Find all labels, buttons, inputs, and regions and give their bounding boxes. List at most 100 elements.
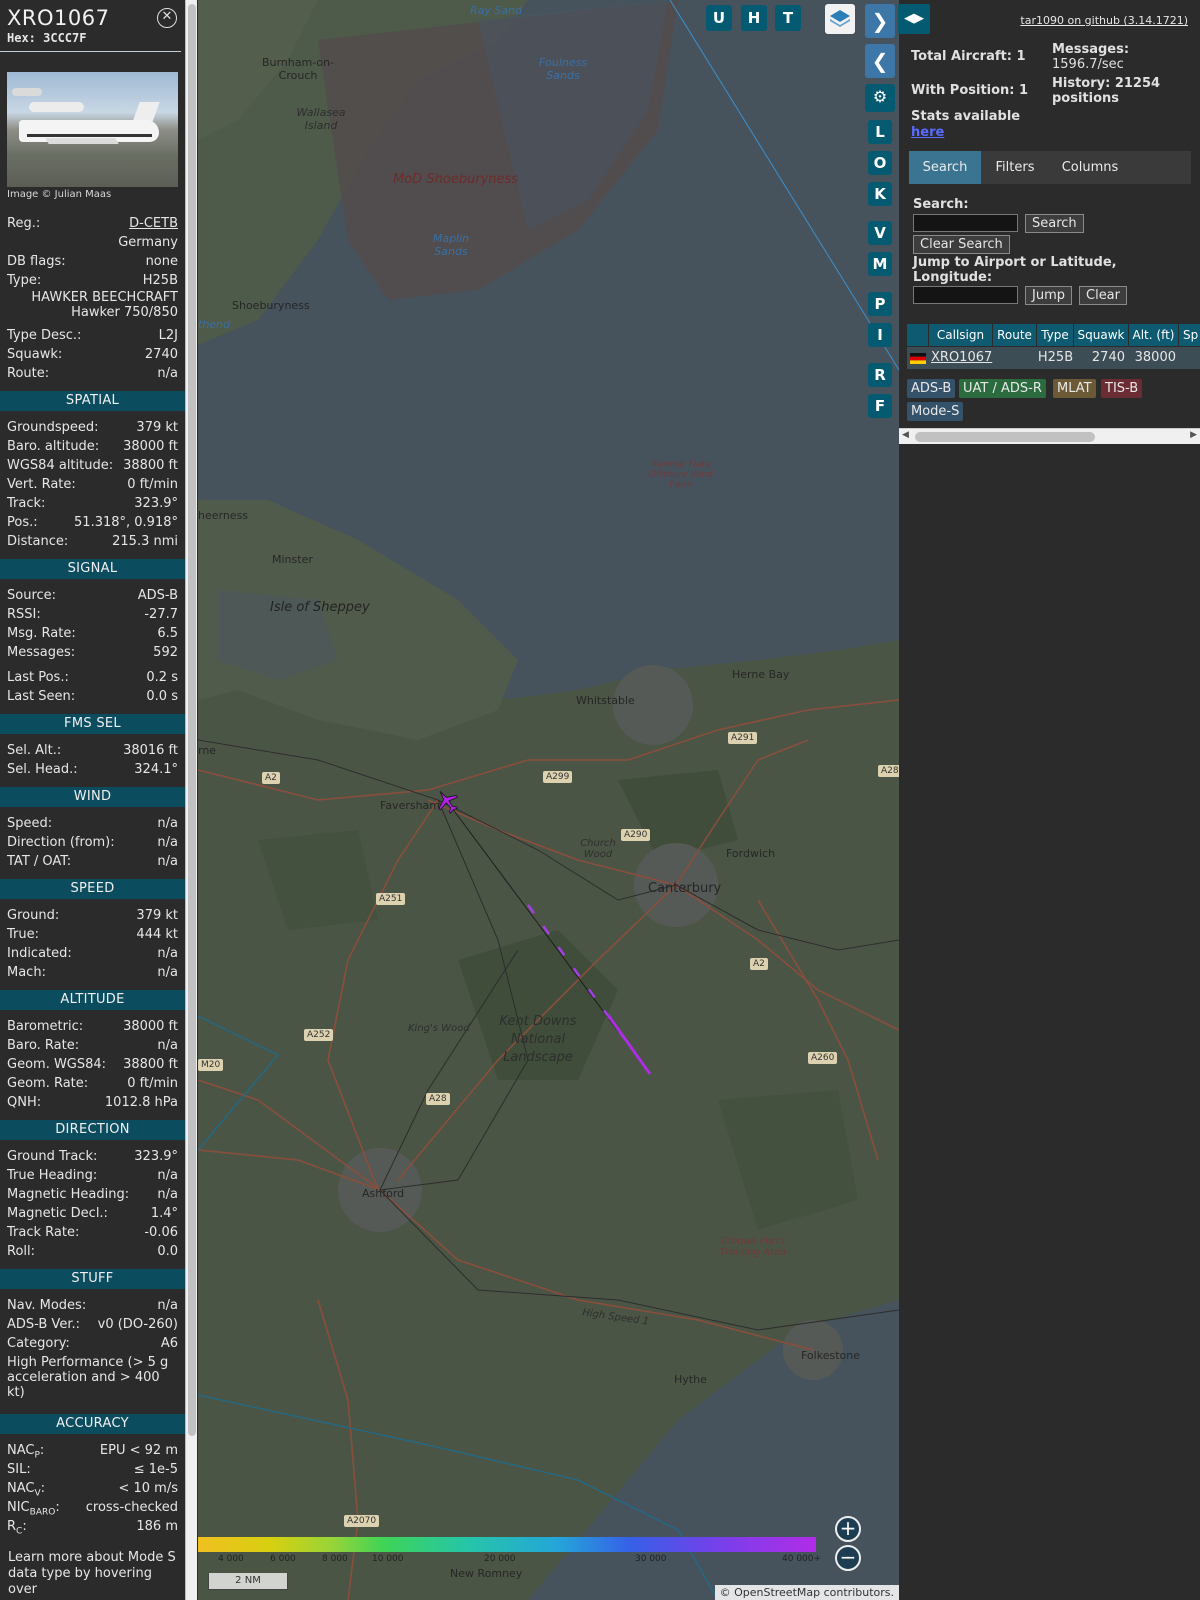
toggle-v-button[interactable]: V (868, 221, 892, 245)
history-label: History: 21254 (1052, 76, 1161, 91)
expand-right-icon[interactable]: ❯ (865, 4, 895, 38)
col-type[interactable]: Type (1037, 324, 1074, 346)
settings-gear-icon[interactable]: ⚙ (865, 84, 895, 112)
toggle-u-button[interactable]: U (706, 5, 732, 31)
reg-label: Reg.: (7, 216, 41, 231)
wind-label: Direction (from): (7, 835, 115, 850)
spatial-label: Vert. Rate: (7, 477, 76, 492)
wind-row: Speed: n/a (7, 814, 178, 833)
info-header: XRO1067 Hex: 3CCC7F ✕ (0, 0, 181, 52)
col-altitude[interactable]: Alt. (ft) (1129, 324, 1179, 346)
close-icon[interactable]: ✕ (157, 8, 177, 28)
search-input[interactable] (913, 214, 1018, 232)
map-label-folkestone: Folkestone (801, 1349, 860, 1362)
map-label-faversham: Faversham (380, 799, 441, 812)
github-link[interactable]: tar1090 on github (3.14.1721) (1020, 14, 1188, 27)
spatial-value: 38000 ft (123, 439, 178, 454)
clear-button[interactable]: Clear (1079, 286, 1127, 305)
section-direction: DIRECTION (0, 1120, 185, 1140)
direction-value: 323.9° (134, 1149, 178, 1164)
collapse-left-icon[interactable]: ❮ (865, 44, 895, 78)
map-label-mod-shoeburyness: MoD Shoeburyness (393, 172, 519, 187)
wind-row: Direction (from): n/a (7, 833, 178, 852)
signal-label: Messages: (7, 645, 76, 660)
col-route[interactable]: Route (993, 324, 1037, 346)
toggle-f-button[interactable]: F (868, 394, 892, 418)
germany-flag-icon (910, 353, 926, 364)
jump-input[interactable] (913, 286, 1018, 304)
tab-search[interactable]: Search (909, 151, 981, 184)
legend-modes: Mode-S (907, 402, 964, 421)
row-squawk: 2740 (1091, 350, 1125, 365)
with-position: With Position: 1 (911, 83, 1029, 98)
row-callsign-link[interactable]: XRO1067 (931, 347, 992, 369)
typedesc-label: Type Desc.: (7, 328, 82, 343)
zoom-out-button[interactable]: − (835, 1545, 861, 1571)
speed-row: True: 444 kt (7, 925, 178, 944)
altitude-value: n/a (157, 1038, 178, 1053)
layers-icon[interactable] (825, 4, 855, 34)
speed-row: Ground: 379 kt (7, 906, 178, 925)
toggle-sidebar-icon[interactable]: ◀▶ (898, 4, 930, 34)
toggle-m-button[interactable]: M (868, 252, 892, 276)
road-shield: A2 (750, 958, 768, 970)
table-row[interactable]: XRO1067 H25B 2740 38000 (907, 347, 1200, 369)
table-hscroll[interactable]: ◀ ▶ (899, 428, 1200, 444)
direction-row: Track Rate: -0.06 (7, 1223, 178, 1242)
total-aircraft: Total Aircraft: 1 (911, 49, 1026, 64)
spatial-value: 51.318°, 0.918° (74, 515, 178, 530)
sil-label: SIL: (7, 1462, 31, 1477)
type-name-line-2: Hawker 750/850 (71, 305, 178, 320)
stuff-label: Nav. Modes: (7, 1298, 87, 1313)
toggle-h-button[interactable]: H (741, 5, 767, 31)
toggle-i-button[interactable]: I (868, 323, 892, 347)
aircraft-photo[interactable] (7, 72, 178, 187)
toggle-o-button[interactable]: O (868, 151, 892, 175)
fms-row: Sel. Alt.: 38016 ft (7, 741, 178, 760)
toggle-r-button[interactable]: R (868, 363, 892, 387)
map-view[interactable]: Ray Sand Burnham-on-Crouch Foulness Sand… (198, 0, 899, 1600)
zoom-in-button[interactable]: + (835, 1516, 861, 1542)
road-shield: A291 (728, 732, 758, 744)
direction-value: 0.0 (157, 1244, 178, 1259)
toggle-k-button[interactable]: K (868, 182, 892, 206)
tab-columns[interactable]: Columns (1049, 151, 1131, 184)
map-label-isle-of-sheppey: Isle of Sheppey (270, 600, 370, 615)
stats-available: Stats available (911, 109, 1021, 124)
stats-here-link[interactable]: here (911, 125, 944, 140)
info-scrollbar[interactable] (185, 0, 197, 1600)
search-label: Search: (913, 197, 969, 212)
tab-filters[interactable]: Filters (985, 151, 1045, 184)
rc-label: RC: (7, 1519, 27, 1537)
altitude-value: 38000 ft (123, 1019, 178, 1034)
direction-label: Ground Track: (7, 1149, 98, 1164)
registration-link[interactable]: D-CETB (129, 214, 178, 233)
messages-rate: 1596.7/sec (1052, 57, 1124, 72)
altitude-label: Baro. Rate: (7, 1038, 80, 1053)
signal-label: Msg. Rate: (7, 626, 76, 641)
road-shield: A28 (878, 765, 899, 777)
signal-value: -27.7 (144, 607, 178, 622)
toggle-l-button[interactable]: L (868, 120, 892, 144)
toggle-t-button[interactable]: T (775, 5, 801, 31)
col-speed[interactable]: Sp (1179, 324, 1200, 346)
col-callsign[interactable]: Callsign (929, 324, 993, 346)
map-label-minster: Minster (272, 553, 313, 566)
stuff-list: Nav. Modes: n/a ADS-B Ver.: v0 (DO-260) Cate… (0, 1296, 185, 1353)
wind-list: Speed: n/a Direction (from): n/a TAT / OAT: n… (0, 814, 185, 871)
jump-button[interactable]: Jump (1025, 286, 1072, 305)
search-button[interactable]: Search (1025, 214, 1084, 233)
toggle-p-button[interactable]: P (868, 292, 892, 316)
signal-label: Source: (7, 588, 57, 603)
osm-link[interactable]: OpenStreetMap (734, 1586, 820, 1599)
footer-note: Learn more about Mode S data type by hov… (8, 1550, 176, 1597)
stuff-row: Nav. Modes: n/a (7, 1296, 178, 1315)
col-squawk[interactable]: Squawk (1074, 324, 1129, 346)
altitude-value: 0 ft/min (127, 1076, 178, 1091)
stuff-value: A6 (160, 1336, 178, 1351)
nicbaro-label: NICBARO: (7, 1500, 60, 1518)
aircraft-marker-icon[interactable] (434, 788, 460, 814)
signal-value: ADS-B (137, 588, 178, 603)
high-performance-note: High Performance (> 5 g acceleration and… (7, 1355, 169, 1400)
clear-search-button[interactable]: Clear Search (913, 235, 1010, 254)
